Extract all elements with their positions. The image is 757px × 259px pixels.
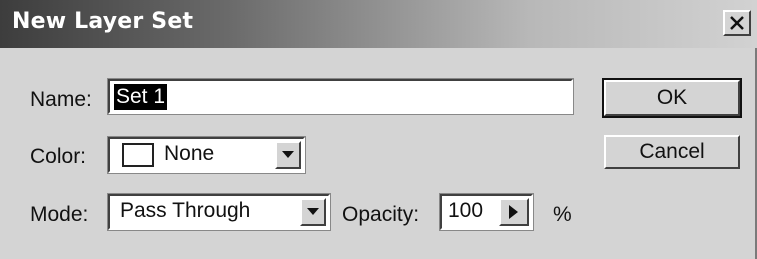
mode-dropdown-button[interactable] <box>300 198 326 226</box>
opacity-field[interactable]: 100 <box>439 193 534 231</box>
dialog-title: New Layer Set <box>12 9 194 34</box>
mode-value: Pass Through <box>120 199 251 222</box>
color-swatch <box>122 143 154 167</box>
title-bar[interactable]: New Layer Set <box>0 0 757 48</box>
color-value: None <box>164 142 215 165</box>
color-select[interactable]: None <box>107 136 306 174</box>
ok-button[interactable]: OK <box>602 78 742 118</box>
color-dropdown-button[interactable] <box>275 141 301 169</box>
mode-label: Mode: <box>30 203 89 226</box>
name-field[interactable]: Set 1 <box>107 78 574 115</box>
name-label: Name: <box>30 88 92 111</box>
close-button[interactable] <box>723 10 751 36</box>
color-label: Color: <box>30 145 87 168</box>
name-value: Set 1 <box>114 84 168 110</box>
cancel-button[interactable]: Cancel <box>604 135 740 169</box>
close-icon <box>730 16 744 30</box>
chevron-down-icon <box>307 208 319 215</box>
mode-select[interactable]: Pass Through <box>107 193 331 231</box>
chevron-down-icon <box>282 151 294 158</box>
opacity-value: 100 <box>448 199 484 222</box>
opacity-label: Opacity: <box>342 203 420 226</box>
opacity-slider-button[interactable] <box>499 198 529 226</box>
new-layer-set-dialog: New Layer Set Name: Set 1 Color: None Mo… <box>0 0 757 259</box>
triangle-right-icon <box>509 205 518 219</box>
opacity-unit: % <box>553 203 572 226</box>
